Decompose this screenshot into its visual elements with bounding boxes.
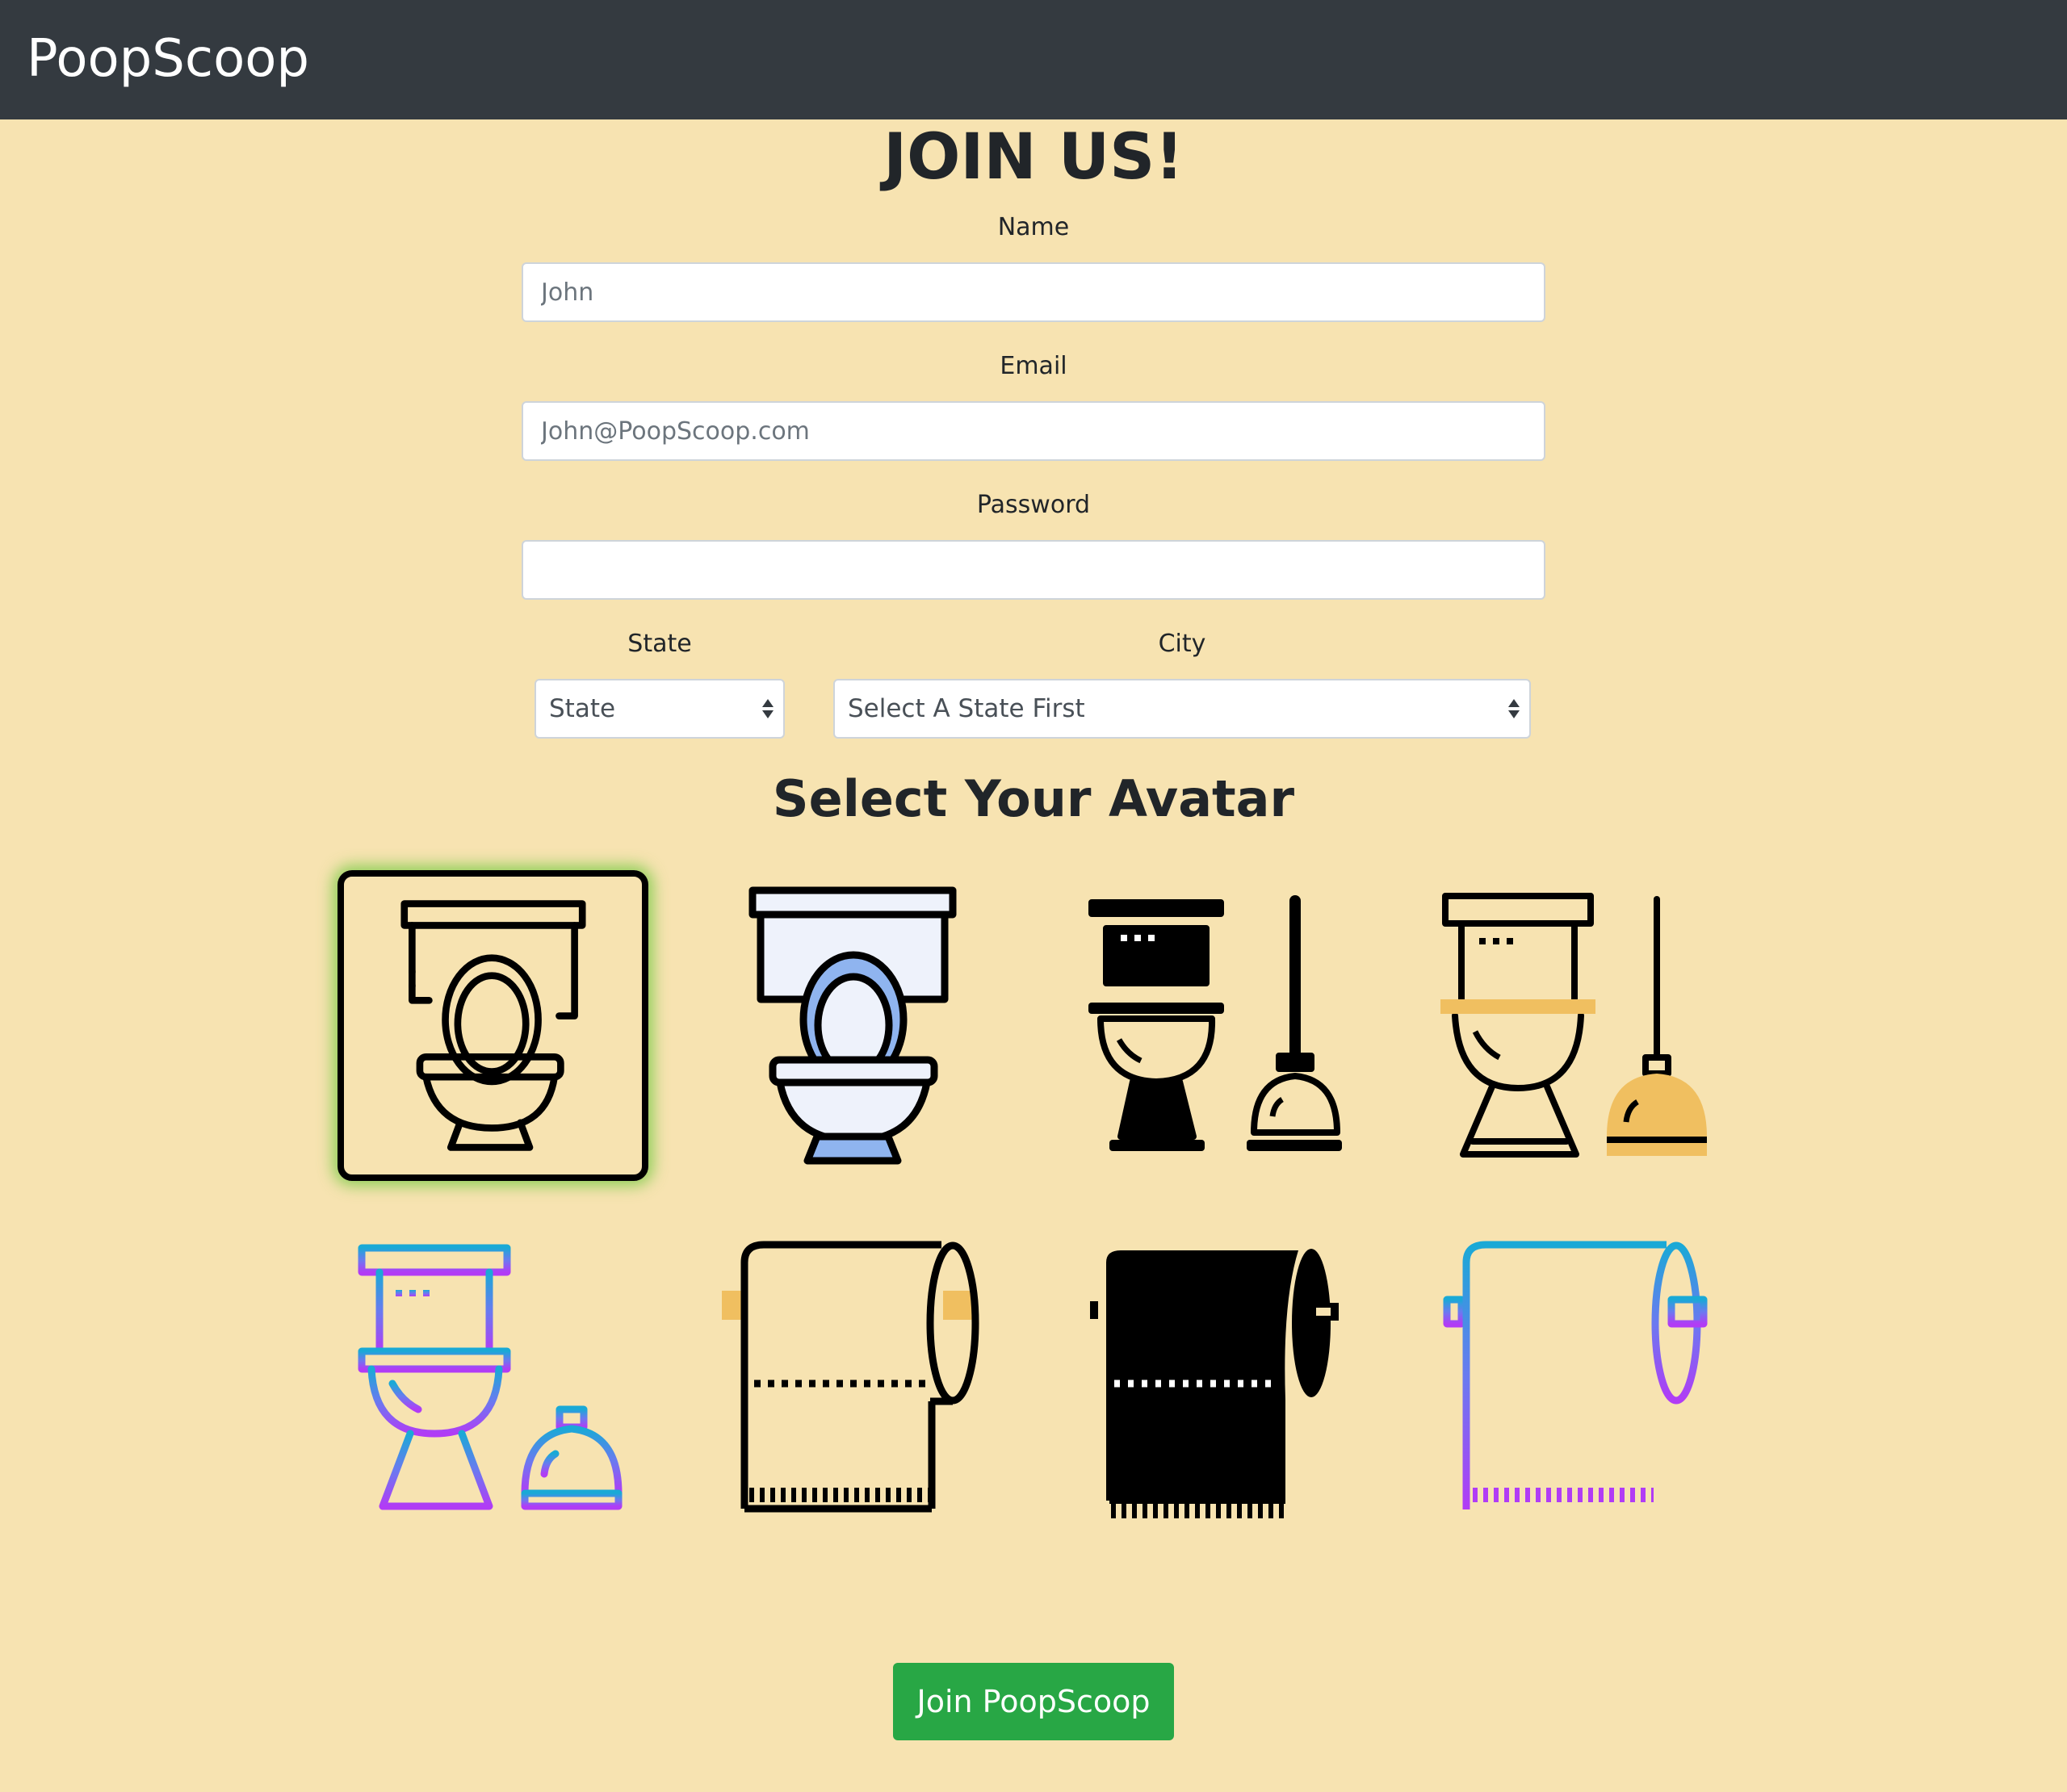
toilet-plunger-gradient-icon [358, 1244, 623, 1510]
state-select-value: State [549, 694, 616, 723]
avatar-option-7[interactable] [1056, 1222, 1367, 1533]
toilet-paper-solid-icon [1090, 1249, 1339, 1518]
avatar-option-3[interactable] [1056, 870, 1367, 1181]
avatar-option-8[interactable] [1415, 1222, 1725, 1533]
select-arrows-icon [1508, 699, 1520, 718]
select-arrows-icon [762, 699, 774, 718]
toilet-plunger-color-icon [1440, 893, 1707, 1158]
password-label: Password [976, 491, 1091, 519]
toilet-outline-icon [400, 900, 586, 1151]
navbar: PoopScoop [0, 0, 2067, 119]
state-label: State [627, 630, 692, 658]
password-input[interactable] [522, 540, 1545, 600]
name-label: Name [997, 213, 1070, 241]
state-select[interactable]: State [535, 679, 785, 739]
email-label: Email [1000, 352, 1067, 380]
avatar-option-1[interactable] [338, 870, 648, 1181]
avatar-option-2[interactable] [696, 870, 1007, 1181]
avatar-option-4[interactable] [1415, 870, 1725, 1181]
avatar-option-5[interactable] [338, 1222, 648, 1533]
join-button[interactable]: Join PoopScoop [893, 1663, 1174, 1740]
toilet-paper-gradient-icon [1443, 1241, 1708, 1514]
email-input[interactable] [522, 401, 1545, 461]
page-title: JOIN US! [883, 121, 1184, 194]
toilet-color-icon [748, 886, 957, 1165]
avatar-option-6[interactable] [696, 1222, 1007, 1533]
toilet-paper-color-icon [722, 1241, 979, 1513]
city-select-value: Select A State First [848, 694, 1085, 723]
brand-link[interactable]: PoopScoop [27, 26, 309, 92]
city-select[interactable]: Select A State First [833, 679, 1531, 739]
name-input[interactable] [522, 262, 1545, 322]
avatar-heading: Select Your Avatar [772, 769, 1295, 828]
city-label: City [1158, 630, 1206, 658]
toilet-plunger-solid-icon [1088, 895, 1342, 1151]
